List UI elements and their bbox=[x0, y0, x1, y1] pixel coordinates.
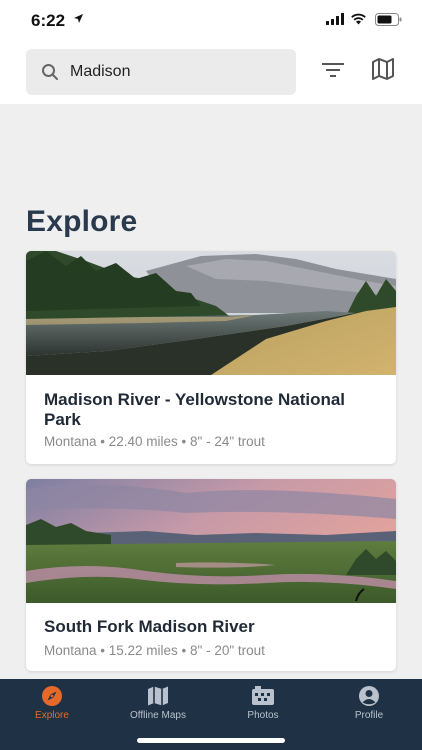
location-arrow-icon bbox=[74, 14, 83, 23]
tab-profile[interactable]: Profile bbox=[324, 685, 414, 729]
tab-label: Photos bbox=[247, 710, 279, 721]
card-title: South Fork Madison River bbox=[44, 617, 255, 636]
status-time: 6:22 bbox=[31, 11, 66, 30]
card-title: Madison River - Yellowstone National Par… bbox=[44, 390, 346, 429]
river-card[interactable]: Madison River - Yellowstone National Par… bbox=[26, 251, 396, 464]
photos-icon bbox=[252, 686, 274, 705]
status-bar: 6:22 bbox=[0, 0, 422, 44]
compass-icon bbox=[42, 686, 62, 706]
tab-offline-maps[interactable]: Offline Maps bbox=[113, 685, 203, 729]
home-indicator bbox=[137, 738, 285, 743]
tab-photos[interactable]: Photos bbox=[218, 685, 308, 729]
tab-label: Profile bbox=[354, 710, 384, 721]
search-value: Madison bbox=[70, 63, 131, 80]
search-input[interactable]: Madison bbox=[26, 49, 296, 95]
cellular-signal-icon bbox=[326, 13, 344, 25]
card-meta: Montana • 15.22 miles • 8" - 20" trout bbox=[44, 643, 265, 658]
tab-label: Offline Maps bbox=[130, 710, 186, 721]
page-title: Explore bbox=[26, 205, 138, 238]
wifi-icon bbox=[351, 13, 366, 25]
profile-icon bbox=[359, 686, 379, 706]
filter-button[interactable] bbox=[320, 59, 346, 81]
river-card[interactable]: South Fork Madison River Montana • 15.22… bbox=[26, 479, 396, 671]
search-header: Madison bbox=[0, 44, 422, 104]
map-icon bbox=[148, 686, 168, 706]
river-valley-photo-image bbox=[26, 479, 396, 603]
battery-icon bbox=[375, 13, 402, 26]
tab-explore[interactable]: Explore bbox=[7, 685, 97, 729]
card-meta: Montana • 22.40 miles • 8" - 24" trout bbox=[44, 434, 265, 449]
map-view-button[interactable] bbox=[370, 57, 396, 81]
explore-screen: 6:22 Madison Explore Madison River - Yel… bbox=[0, 0, 422, 750]
river-photo-image bbox=[26, 251, 396, 375]
search-icon bbox=[42, 64, 58, 80]
tab-label: Explore bbox=[35, 710, 69, 721]
